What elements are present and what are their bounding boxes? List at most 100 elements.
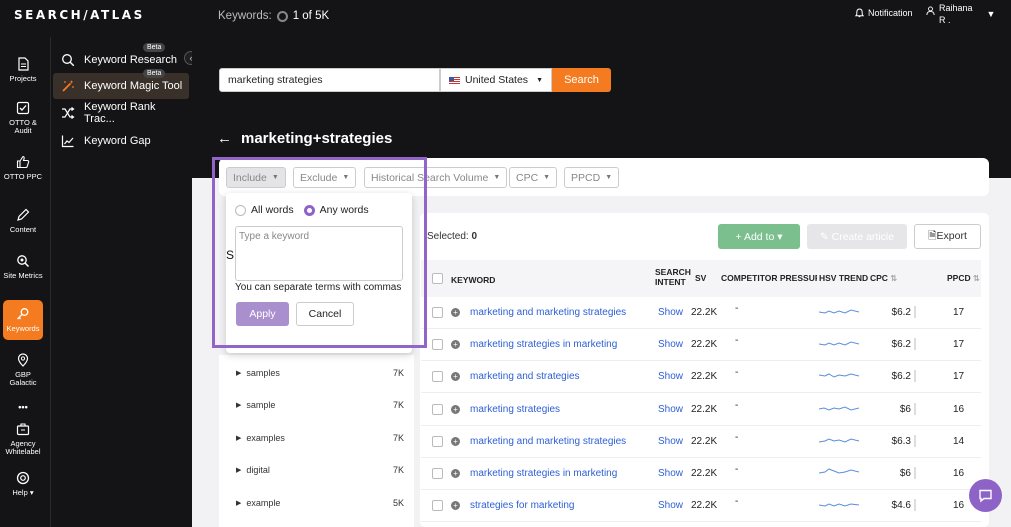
sv-value: 22.2K [691,435,718,447]
plus-icon: + [735,230,742,243]
row-checkbox[interactable] [432,435,443,447]
file-icon: 🗎 [928,229,937,242]
keyword-link[interactable]: marketing and strategies [470,371,580,382]
group-count: 5K [392,498,404,508]
user-name: Raihana [939,3,973,13]
header-sv[interactable]: SV [695,273,706,283]
submenu-item-keyword-rank-tracker[interactable]: Keyword Rank Trac... [53,100,189,126]
cpc-value: $4.6 [891,500,911,512]
row-checkbox[interactable] [432,371,443,383]
add-keyword-icon[interactable]: + [451,469,460,478]
include-filter-button[interactable]: Include ▼ [226,167,286,188]
row-checkbox[interactable] [432,468,443,479]
header-ppcd[interactable]: PPCD ⇅ [947,273,980,284]
rail-item-content[interactable]: Content [3,208,43,234]
search-input[interactable] [219,68,440,92]
all-words-label: All words [251,204,294,216]
app-logo[interactable]: SEARCH/ATLAS [14,8,145,22]
rail-item-help[interactable]: Help ▾ [3,471,43,497]
rail-item-otto-ppc[interactable]: OTTO PPC [3,155,43,181]
rail-label: GBP Galactic [9,370,37,387]
header-keyword[interactable]: KEYWORD [451,275,495,285]
country-select[interactable]: United States ▼ [440,68,552,92]
row-checkbox[interactable] [432,403,443,415]
icon-rail: Projects OTTO & Audit OTTO PPC Content S… [0,37,50,527]
intent-show-link[interactable]: Show [658,436,683,447]
intent-show-link[interactable]: Show [658,404,683,415]
rail-label: Projects [9,74,37,83]
submenu-item-keyword-gap[interactable]: Keyword Gap [53,128,189,154]
rail-label: Agency Whitelabel [5,439,41,456]
cpc-bar [914,370,916,383]
back-arrow-icon[interactable]: ← [217,130,232,147]
add-to-button[interactable]: + Add to ▾ [718,224,800,249]
row-checkbox[interactable] [432,500,443,512]
rail-more-button[interactable]: ••• [3,403,43,412]
submenu-item-keyword-research[interactable]: Keyword Research Beta [53,43,189,73]
group-item[interactable]: ▶ samples 7K [219,357,414,389]
add-keyword-icon[interactable]: + [451,404,460,414]
add-keyword-icon[interactable]: + [451,372,460,382]
ppcd-filter-button[interactable]: PPCD ▼ [564,167,620,188]
group-count: 7K [392,465,404,475]
notification-button[interactable]: Notification [855,8,913,18]
add-keyword-icon[interactable]: + [451,308,460,317]
keyword-textarea[interactable] [235,226,403,281]
rail-item-projects[interactable]: Projects [3,57,43,83]
header-hsv-trend[interactable]: HSV TREND [819,273,868,283]
keyword-link[interactable]: strategies for marketing [470,500,575,511]
submenu-label: Keyword Gap [84,135,151,147]
exclude-filter-button[interactable]: Exclude ▼ [293,167,357,188]
add-keyword-icon[interactable]: + [451,436,460,446]
export-button[interactable]: 🗎Export [914,224,981,249]
group-item[interactable]: ▶ digital 7K [219,454,414,486]
group-item[interactable]: ▶ example 5K [219,487,414,519]
apply-button[interactable]: Apply [236,302,289,326]
create-article-button[interactable]: ✎ Create article [807,224,907,249]
rail-item-site-metrics[interactable]: Site Metrics [3,254,43,280]
any-words-radio[interactable]: Any words [303,204,369,216]
row-checkbox[interactable] [432,307,443,318]
keyword-link[interactable]: marketing and marketing strategies [470,307,626,318]
keyword-link[interactable]: marketing strategies [470,404,560,415]
keyword-link[interactable]: marketing strategies in marketing [470,468,617,479]
cpc-value: $6.2 [891,339,911,351]
group-item[interactable]: ▶ sample 7K [219,389,414,421]
chevron-down-icon: ▼ [271,174,279,181]
group-name: example [246,498,281,508]
intent-show-link[interactable]: Show [658,339,683,350]
cpc-bar [914,402,916,415]
submenu-item-keyword-magic-tool[interactable]: Keyword Magic Tool Beta [53,69,189,99]
chevron-down-icon: ▾ [777,230,783,243]
rail-label: OTTO PPC [3,172,43,181]
hsv-filter-button[interactable]: Historical Search Volume ▼ [364,167,508,188]
user-menu[interactable]: Raihana R . ▼ [926,2,995,26]
header-search-intent[interactable]: SEARCH INTENT [655,267,691,287]
intent-show-link[interactable]: Show [658,468,683,479]
add-keyword-icon[interactable]: + [451,501,460,511]
intent-show-link[interactable]: Show [658,307,683,318]
rail-item-otto-audit[interactable]: OTTO & Audit [3,101,43,135]
rail-item-gbp-galactic[interactable]: GBP Galactic [3,353,43,387]
sv-value: 22.2K [691,403,718,415]
rail-item-keywords[interactable]: Keywords [3,300,43,340]
rail-item-agency-whitelabel[interactable]: Agency Whitelabel [3,422,43,456]
select-all-checkbox[interactable] [432,273,443,284]
row-checkbox[interactable] [432,339,443,351]
header-cpc[interactable]: CPC ⇅ [870,273,897,284]
all-words-radio[interactable]: All words [235,204,294,216]
cpc-bar [914,467,916,479]
sv-value: 22.2K [691,339,718,351]
caret-right-icon: ▶ [236,370,242,377]
keyword-link[interactable]: marketing and marketing strategies [470,436,626,447]
cpc-filter-button[interactable]: CPC ▼ [509,167,558,188]
header-competitor-pressure[interactable]: COMPETITOR PRESSURE [721,273,817,283]
chat-launcher-button[interactable] [969,479,1002,512]
search-button[interactable]: Search [552,68,611,92]
keyword-link[interactable]: marketing strategies in marketing [470,339,617,350]
intent-show-link[interactable]: Show [658,500,683,511]
group-item[interactable]: ▶ examples 7K [219,422,414,454]
cancel-button[interactable]: Cancel [296,302,354,326]
intent-show-link[interactable]: Show [658,371,683,382]
add-keyword-icon[interactable]: + [451,340,460,350]
